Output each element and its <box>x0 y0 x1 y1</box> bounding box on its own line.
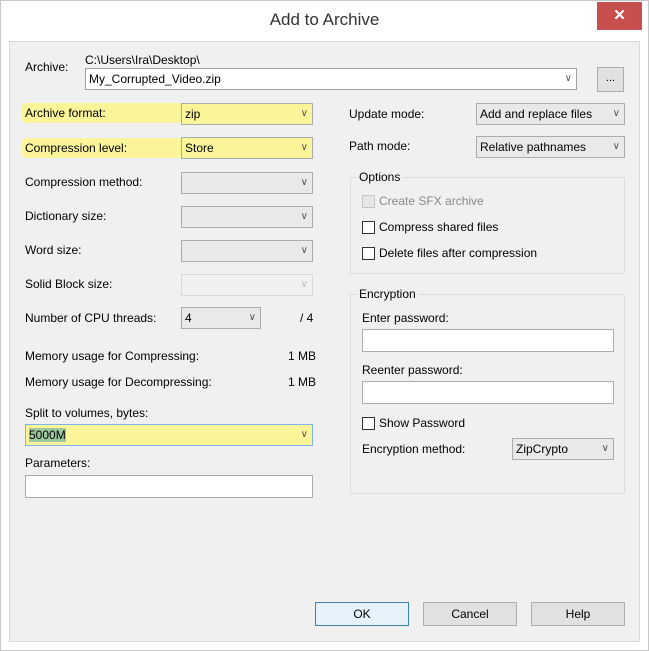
dictionary-size-label: Dictionary size: <box>25 209 107 223</box>
encryption-method-label: Encryption method: <box>362 442 466 456</box>
archive-filename: My_Corrupted_Video.zip <box>89 72 221 86</box>
mem-decompress-value: 1 MB <box>288 375 317 389</box>
word-size-select[interactable]: ∨ <box>181 240 313 262</box>
archive-label: Archive: <box>25 60 69 74</box>
ok-button[interactable]: OK <box>315 602 409 626</box>
dialog-body: Archive: C:\Users\Ira\Desktop\ My_Corrup… <box>9 41 640 642</box>
chevron-down-icon: ∨ <box>300 211 308 222</box>
archive-filename-combo[interactable]: My_Corrupted_Video.zip ∨ <box>85 68 577 90</box>
show-password-checkbox[interactable]: Show Password <box>362 416 465 430</box>
chevron-down-icon: ∨ <box>300 142 308 153</box>
cancel-button[interactable]: Cancel <box>423 602 517 626</box>
compression-level-select[interactable]: Store ∨ <box>181 137 313 159</box>
update-mode-select[interactable]: Add and replace files ∨ <box>476 103 625 125</box>
compress-shared-label: Compress shared files <box>379 220 499 234</box>
parameters-label: Parameters: <box>25 456 91 470</box>
mem-compress-label: Memory usage for Compressing: <box>25 349 200 363</box>
create-sfx-label: Create SFX archive <box>379 194 484 208</box>
solid-block-size-select: ∨ <box>181 274 313 296</box>
chevron-down-icon: ∨ <box>300 177 308 188</box>
chevron-down-icon: ∨ <box>300 279 308 290</box>
browse-button[interactable]: ... <box>597 67 624 92</box>
title-bar: Add to Archive ✕ <box>1 1 648 41</box>
update-mode-label: Update mode: <box>349 107 425 121</box>
compression-level-value: Store <box>185 141 214 155</box>
encryption-method-value: ZipCrypto <box>516 442 569 456</box>
show-password-label: Show Password <box>379 416 466 430</box>
path-mode-label: Path mode: <box>349 139 411 153</box>
compression-level-label: Compression level: <box>25 141 128 155</box>
chevron-down-icon: ∨ <box>300 245 308 256</box>
create-sfx-checkbox: Create SFX archive <box>362 194 484 208</box>
reenter-password-input[interactable] <box>362 381 614 404</box>
checkbox-box[interactable] <box>362 246 375 260</box>
checkbox-box[interactable] <box>362 416 375 430</box>
mem-decompress-label: Memory usage for Decompressing: <box>25 375 212 389</box>
dictionary-size-select[interactable]: ∨ <box>181 206 313 228</box>
solid-block-size-label: Solid Block size: <box>25 277 113 291</box>
options-group: Options Create SFX archive Compress shar… <box>350 170 625 274</box>
cpu-threads-label: Number of CPU threads: <box>25 311 157 325</box>
close-icon: ✕ <box>613 7 626 24</box>
cpu-threads-value: 4 <box>185 311 192 325</box>
chevron-down-icon: ∨ <box>612 141 620 152</box>
checkbox-box <box>362 194 375 208</box>
options-title: Options <box>357 170 403 184</box>
chevron-down-icon: ∨ <box>612 108 620 119</box>
encryption-group: Encryption Enter password: Reenter passw… <box>350 287 625 494</box>
split-volumes-value: 5000M <box>29 428 66 442</box>
cpu-threads-select[interactable]: 4 ∨ <box>181 307 261 329</box>
delete-after-label: Delete files after compression <box>379 246 538 260</box>
checkbox-box[interactable] <box>362 220 375 234</box>
compression-method-label: Compression method: <box>25 175 143 189</box>
word-size-label: Word size: <box>25 243 82 257</box>
encryption-method-select[interactable]: ZipCrypto ∨ <box>512 438 614 460</box>
enter-password-label: Enter password: <box>362 311 449 325</box>
enter-password-input[interactable] <box>362 329 614 352</box>
archive-format-value: zip <box>185 107 201 121</box>
archive-format-label: Archive format: <box>25 106 106 120</box>
chevron-down-icon: ∨ <box>248 312 256 323</box>
parameters-input[interactable] <box>25 475 313 498</box>
add-to-archive-dialog: Add to Archive ✕ Archive: C:\Users\Ira\D… <box>0 0 649 651</box>
mem-compress-value: 1 MB <box>288 349 317 363</box>
path-mode-value: Relative pathnames <box>480 140 587 154</box>
chevron-down-icon: ∨ <box>601 443 609 454</box>
reenter-password-label: Reenter password: <box>362 363 463 377</box>
cpu-threads-max: / 4 <box>300 311 314 325</box>
split-volumes-label: Split to volumes, bytes: <box>25 406 149 420</box>
split-volumes-combo[interactable]: 5000M ∨ <box>25 424 313 446</box>
help-button[interactable]: Help <box>531 602 625 626</box>
chevron-down-icon: ∨ <box>300 429 308 440</box>
archive-format-select[interactable]: zip ∨ <box>181 103 313 125</box>
encryption-title: Encryption <box>357 287 418 301</box>
compression-method-select[interactable]: ∨ <box>181 172 313 194</box>
window-title: Add to Archive <box>269 10 380 29</box>
close-button[interactable]: ✕ <box>597 2 642 30</box>
path-mode-select[interactable]: Relative pathnames ∨ <box>476 136 625 158</box>
update-mode-value: Add and replace files <box>480 107 593 121</box>
archive-path: C:\Users\Ira\Desktop\ <box>85 53 200 67</box>
delete-after-checkbox[interactable]: Delete files after compression <box>362 246 537 260</box>
chevron-down-icon: ∨ <box>564 73 572 84</box>
chevron-down-icon: ∨ <box>300 108 308 119</box>
compress-shared-checkbox[interactable]: Compress shared files <box>362 220 498 234</box>
